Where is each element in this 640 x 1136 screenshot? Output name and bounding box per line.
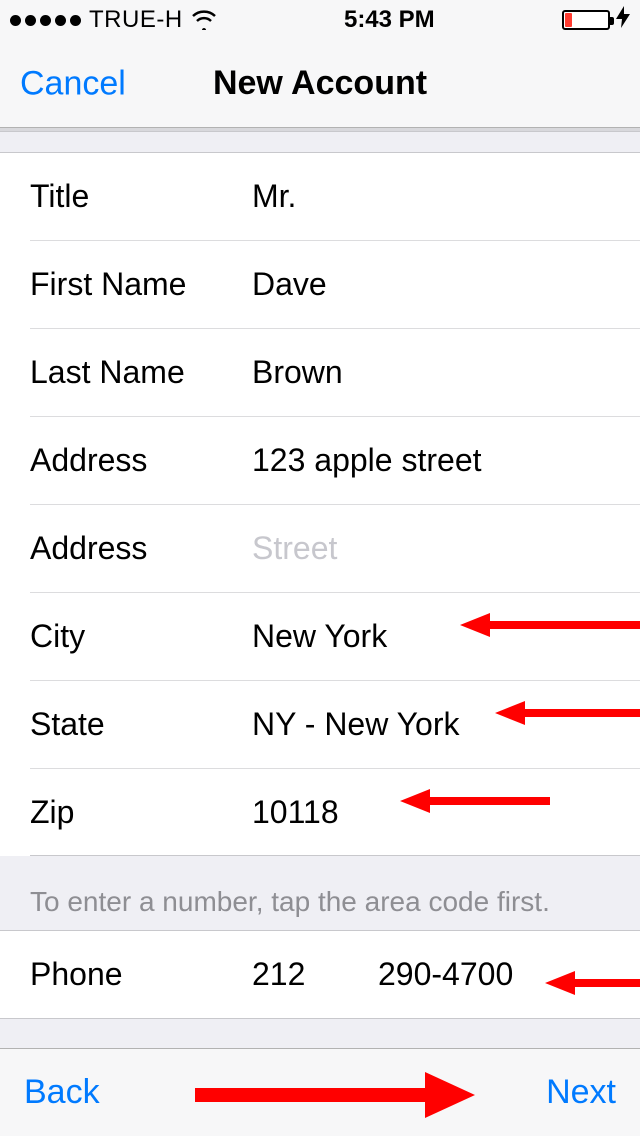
address2-field[interactable] xyxy=(252,530,640,567)
address1-field[interactable] xyxy=(252,442,640,479)
nav-separator xyxy=(0,128,640,132)
phone-note: To enter a number, tap the area code fir… xyxy=(0,856,640,930)
first-name-field[interactable] xyxy=(252,266,640,303)
row-city[interactable]: City xyxy=(30,592,640,680)
page-title: New Account xyxy=(213,64,427,103)
signal-strength-icon xyxy=(10,15,81,26)
row-state[interactable]: State xyxy=(30,680,640,768)
form-phone: Phone xyxy=(0,930,640,1019)
row-address2[interactable]: Address xyxy=(30,504,640,592)
phone-label: Phone xyxy=(30,956,252,993)
status-left: TRUE-H xyxy=(10,6,217,34)
row-first-name[interactable]: First Name xyxy=(30,240,640,328)
charging-icon xyxy=(616,6,630,34)
city-field[interactable] xyxy=(252,618,640,655)
status-right xyxy=(562,6,630,34)
battery-icon xyxy=(562,10,610,30)
next-button[interactable]: Next xyxy=(546,1073,616,1112)
wifi-icon xyxy=(191,10,217,30)
back-button[interactable]: Back xyxy=(24,1073,100,1112)
row-title[interactable]: Title xyxy=(0,152,640,240)
zip-field[interactable] xyxy=(252,794,640,831)
toolbar: Back Next xyxy=(0,1048,640,1136)
state-label: State xyxy=(30,706,252,743)
address2-label: Address xyxy=(30,530,252,567)
last-name-label: Last Name xyxy=(30,354,252,391)
first-name-label: First Name xyxy=(30,266,252,303)
address1-label: Address xyxy=(30,442,252,479)
row-address1[interactable]: Address xyxy=(30,416,640,504)
row-last-name[interactable]: Last Name xyxy=(30,328,640,416)
last-name-field[interactable] xyxy=(252,354,640,391)
status-bar: TRUE-H 5:43 PM xyxy=(0,0,640,40)
zip-label: Zip xyxy=(30,794,252,831)
phone-number-field[interactable] xyxy=(378,956,640,993)
title-label: Title xyxy=(30,178,252,215)
cancel-button[interactable]: Cancel xyxy=(20,64,126,103)
row-zip[interactable]: Zip xyxy=(30,768,640,856)
city-label: City xyxy=(30,618,252,655)
nav-bar: Cancel New Account xyxy=(0,40,640,128)
state-field[interactable] xyxy=(252,706,640,743)
row-phone[interactable]: Phone xyxy=(0,931,640,1019)
status-time: 5:43 PM xyxy=(344,6,435,34)
form-personal: Title First Name Last Name Address Addre… xyxy=(0,152,640,856)
phone-area-field[interactable] xyxy=(252,956,342,993)
carrier-label: TRUE-H xyxy=(89,6,183,34)
title-field[interactable] xyxy=(252,178,640,215)
